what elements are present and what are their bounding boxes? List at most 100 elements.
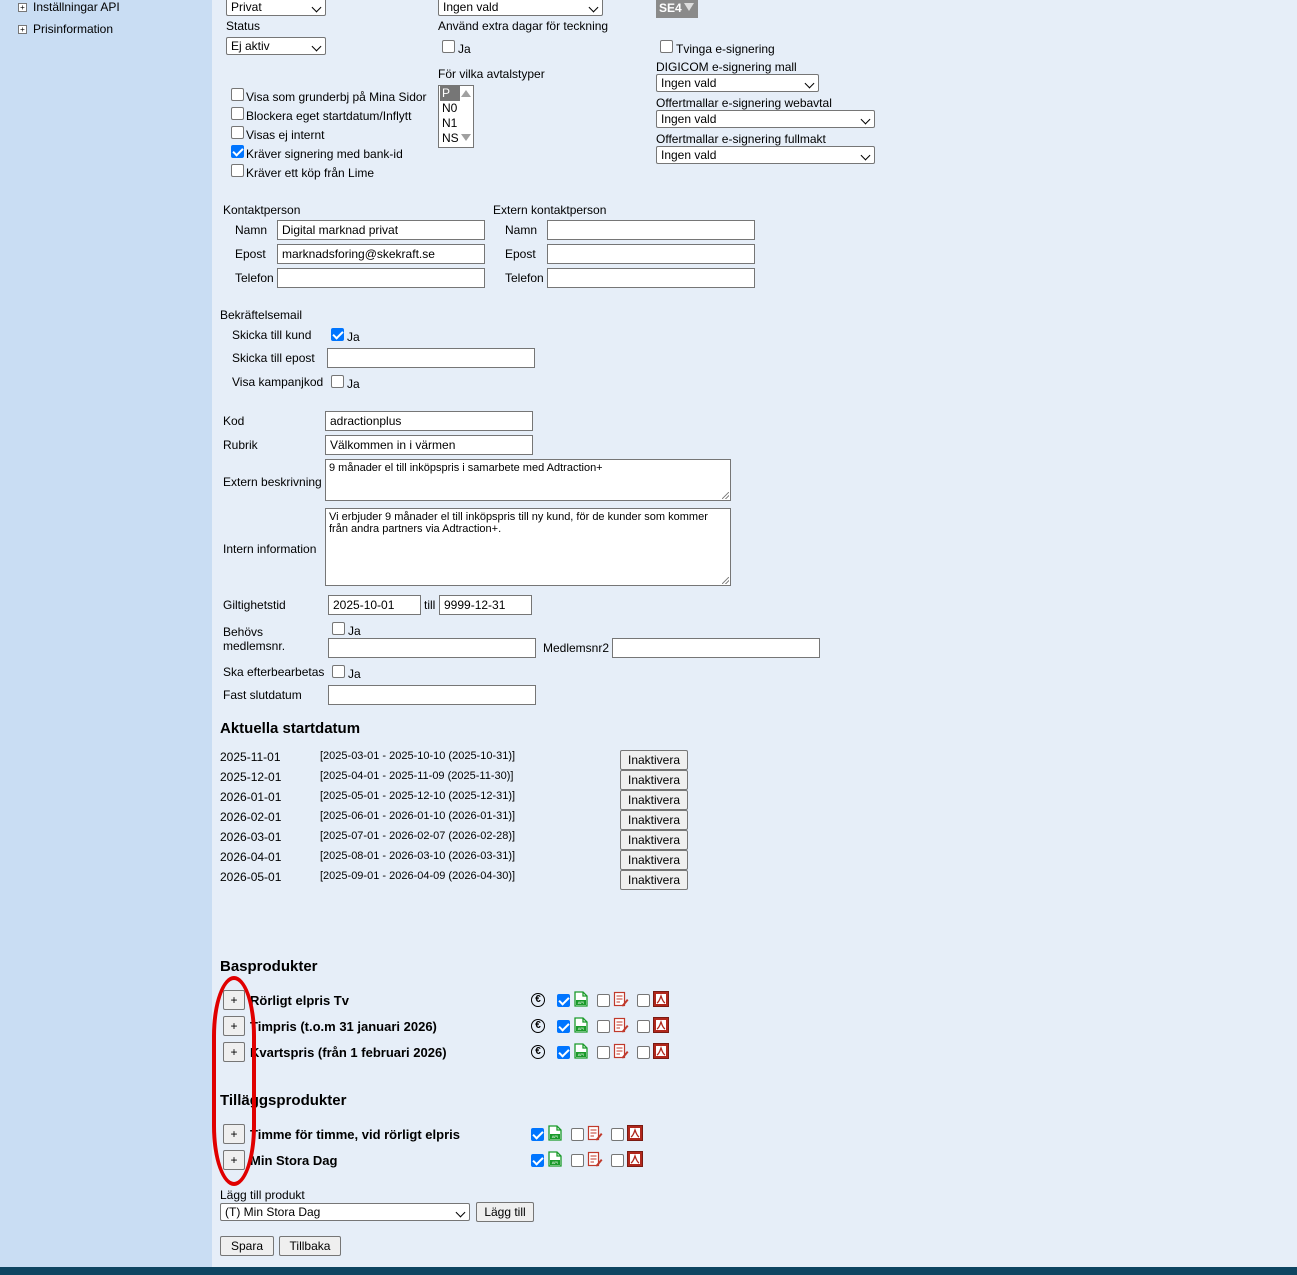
svg-text:API: API <box>552 1160 558 1165</box>
startdate-date: 2026-05-01 <box>220 870 282 884</box>
api-checkbox[interactable] <box>531 1128 544 1141</box>
inactivate-button[interactable]: Inaktivera <box>620 790 688 810</box>
member2-label: Medlemsnr2 <box>543 641 610 655</box>
checkbox-label: Visa som grunderbj på Mina Sidor <box>246 90 427 104</box>
checkbox-visa-grunderbj[interactable] <box>231 88 244 101</box>
inactivate-button[interactable]: Inaktivera <box>620 810 688 830</box>
api-checkbox[interactable] <box>557 994 570 1007</box>
contact-phone-label: Telefon <box>235 271 274 285</box>
svg-text:API: API <box>578 1000 584 1005</box>
inactivate-button[interactable]: Inaktivera <box>620 770 688 790</box>
pdf-checkbox[interactable] <box>637 1046 650 1059</box>
inactivate-button[interactable]: Inaktivera <box>620 850 688 870</box>
euro-icon[interactable]: € <box>531 1045 545 1059</box>
api-checkbox[interactable] <box>557 1046 570 1059</box>
list-item[interactable]: P <box>440 86 460 101</box>
expand-icon[interactable]: + <box>18 3 27 12</box>
inactivate-button[interactable]: Inaktivera <box>620 870 688 890</box>
int-info-textarea[interactable]: Vi erbjuder 9 månader el till inköpspris… <box>325 508 731 586</box>
pdf-checkbox[interactable] <box>611 1154 624 1167</box>
scroll-down-icon[interactable] <box>461 134 471 141</box>
checkbox-blockera-startdatum[interactable] <box>231 107 244 120</box>
fullmakt-select[interactable]: Ingen vald <box>656 146 875 164</box>
expand-icon[interactable]: + <box>18 25 27 34</box>
api-checkbox[interactable] <box>531 1154 544 1167</box>
scroll-up-icon[interactable] <box>461 90 471 97</box>
extra-days-checkbox[interactable] <box>442 40 455 53</box>
edit-checkbox[interactable] <box>597 1020 610 1033</box>
ext-contact-phone-label: Telefon <box>505 271 544 285</box>
avtalstyper-listbox[interactable]: P N0 N1 NS <box>438 85 474 148</box>
digicom-select[interactable]: Ingen vald <box>656 74 819 92</box>
webavtal-select[interactable]: Ingen vald <box>656 110 875 128</box>
add-product-button[interactable]: Lägg till <box>476 1202 534 1222</box>
ext-desc-label: Extern beskrivning <box>223 475 322 489</box>
ext-contact-phone-input[interactable] <box>547 268 755 288</box>
checkbox-label: Kräver ett köp från Lime <box>246 166 375 180</box>
edit-checkbox[interactable] <box>597 994 610 1007</box>
show-campaign-checkbox[interactable] <box>331 375 344 388</box>
edit-checkbox[interactable] <box>571 1154 584 1167</box>
add-product-label: Lägg till produkt <box>220 1188 305 1202</box>
send-email-input[interactable] <box>327 348 535 368</box>
member-checkbox[interactable] <box>332 622 345 635</box>
digicom-label: DIGICOM e-signering mall <box>656 60 797 74</box>
ext-contact-email-input[interactable] <box>547 244 755 264</box>
type-select[interactable]: Privat <box>226 0 326 16</box>
list-item[interactable]: NS <box>440 131 460 146</box>
valid-from-input[interactable]: 2025-10-01 <box>328 595 421 615</box>
pdf-icon <box>627 1151 643 1167</box>
checkbox-bank-id[interactable] <box>231 145 244 158</box>
post-checkbox[interactable] <box>332 665 345 678</box>
fixed-end-input[interactable] <box>328 685 536 705</box>
valid-to-input[interactable]: 9999-12-31 <box>439 595 532 615</box>
contact-phone-input[interactable] <box>277 268 485 288</box>
sidebar-item-installningar-api[interactable]: + Inställningar API <box>18 0 120 14</box>
api-icon: API <box>573 1043 589 1059</box>
edit-checkbox[interactable] <box>597 1046 610 1059</box>
member-input[interactable] <box>328 638 536 658</box>
ext-contact-title: Extern kontaktperson <box>493 203 607 217</box>
force-esign-checkbox[interactable] <box>660 40 673 53</box>
post-label: Ska efterbearbetas <box>223 665 325 679</box>
euro-icon[interactable]: € <box>531 993 545 1007</box>
sidebar-item-prisinformation[interactable]: + Prisinformation <box>18 22 113 36</box>
contact-email-input[interactable]: marknadsforing@skekraft.se <box>277 244 485 264</box>
status-select[interactable]: Ej aktiv <box>226 37 326 55</box>
edit-checkbox[interactable] <box>571 1128 584 1141</box>
ext-desc-textarea[interactable]: 9 månader el till inköpspris i samarbete… <box>325 459 731 501</box>
edit-document-icon <box>613 1017 629 1033</box>
api-icon: API <box>547 1125 563 1141</box>
pdf-checkbox[interactable] <box>637 994 650 1007</box>
rubrik-input[interactable]: Välkommen in i värmen <box>325 435 533 455</box>
pdf-checkbox[interactable] <box>637 1020 650 1033</box>
status-label: Status <box>226 19 261 33</box>
startdate-date: 2025-11-01 <box>220 750 281 764</box>
price-area-select[interactable]: SE4 <box>656 0 698 18</box>
add-product-select[interactable]: (T) Min Stora Dag <box>220 1203 470 1221</box>
ext-contact-name-input[interactable] <box>547 220 755 240</box>
startdate-date: 2026-04-01 <box>220 850 282 864</box>
checkbox-kop-lime[interactable] <box>231 164 244 177</box>
edit-document-icon <box>587 1151 603 1167</box>
back-button[interactable]: Tillbaka <box>279 1236 341 1256</box>
euro-icon[interactable]: € <box>531 1019 545 1033</box>
api-icon: API <box>547 1151 563 1167</box>
contact-title: Kontaktperson <box>223 203 301 217</box>
checkbox-visas-ej-internt[interactable] <box>231 126 244 139</box>
show-campaign-label: Visa kampanjkod <box>232 375 324 389</box>
kod-input[interactable]: adractionplus <box>325 411 533 431</box>
send-customer-checkbox[interactable] <box>331 328 344 341</box>
list-item[interactable]: N0 <box>440 101 460 116</box>
svg-text:API: API <box>552 1134 558 1139</box>
member2-input[interactable] <box>612 638 820 658</box>
contact-name-input[interactable]: Digital marknad privat <box>277 220 485 240</box>
inactivate-button[interactable]: Inaktivera <box>620 830 688 850</box>
inactivate-button[interactable]: Inaktivera <box>620 750 688 770</box>
api-checkbox[interactable] <box>557 1020 570 1033</box>
pdf-checkbox[interactable] <box>611 1128 624 1141</box>
list-item[interactable]: N1 <box>440 116 460 131</box>
extra-select[interactable]: Ingen vald <box>438 0 603 16</box>
product-name: Timpris (t.o.m 31 januari 2026) <box>250 1019 437 1034</box>
save-button[interactable]: Spara <box>220 1236 274 1256</box>
